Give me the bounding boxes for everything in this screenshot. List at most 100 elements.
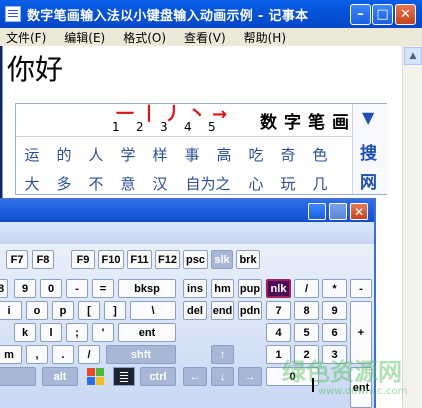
candidate[interactable]: 样	[144, 144, 176, 165]
key-k[interactable]: k	[14, 323, 36, 342]
key-shift[interactable]: shft	[106, 345, 176, 364]
key-minus[interactable]: -	[66, 279, 88, 298]
key-f10[interactable]: F10	[98, 250, 124, 269]
key-divide[interactable]: /	[294, 279, 319, 298]
menu-edit[interactable]: 编辑(E)	[64, 29, 105, 46]
candidate[interactable]: 心	[240, 173, 272, 194]
vertical-scrollbar[interactable]: ▲	[402, 46, 422, 408]
key-0[interactable]: 0	[40, 279, 62, 298]
key-enter[interactable]: ent	[118, 323, 176, 342]
key-down-arrow[interactable]: ↓	[211, 367, 234, 386]
stroke-key-4[interactable]: 丶 4	[184, 104, 208, 135]
key-p[interactable]: p	[52, 301, 74, 320]
key-num-6[interactable]: 6	[322, 323, 347, 342]
key-8[interactable]: 8	[0, 279, 8, 298]
key-l[interactable]: l	[40, 323, 62, 342]
radical-zi[interactable]: 字	[284, 108, 301, 133]
menu-help[interactable]: 帮助(H)	[244, 29, 286, 46]
key-semicolon[interactable]: ;	[66, 323, 88, 342]
key-lbracket[interactable]: [	[78, 301, 100, 320]
key-f11[interactable]: F11	[127, 250, 152, 269]
menu-view[interactable]: 查看(V)	[184, 29, 226, 46]
keyboard-minimize-button[interactable]	[308, 203, 326, 220]
key-rbracket[interactable]: ]	[104, 301, 126, 320]
key-alt[interactable]: alt	[42, 367, 78, 386]
candidate[interactable]: 运	[16, 144, 48, 165]
key-up-arrow[interactable]: ↑	[211, 345, 234, 364]
key-f12[interactable]: F12	[155, 250, 180, 269]
key-end[interactable]: end	[211, 301, 234, 320]
key-comma[interactable]: ,	[26, 345, 48, 364]
key-ctrl[interactable]: ctrl	[140, 367, 176, 386]
key-o[interactable]: o	[26, 301, 48, 320]
key-f8[interactable]: F8	[32, 250, 54, 269]
key-ins[interactable]: ins	[183, 279, 207, 298]
menu-key-icon[interactable]	[113, 367, 135, 386]
scroll-up-button[interactable]: ▲	[404, 47, 422, 65]
radical-hua[interactable]: 画	[332, 108, 349, 133]
candidate[interactable]: 人	[80, 144, 112, 165]
candidate[interactable]: 多	[48, 173, 80, 194]
key-pup[interactable]: pup	[238, 279, 262, 298]
key-num-9[interactable]: 9	[322, 301, 347, 320]
stroke-key-1[interactable]: 一 1	[112, 104, 136, 135]
expand-down-icon[interactable]: ▼	[362, 108, 374, 127]
search-button[interactable]: 搜	[360, 139, 377, 164]
candidate[interactable]: 玩	[272, 173, 304, 194]
candidate[interactable]: 高	[208, 144, 240, 165]
candidate[interactable]: 汉	[144, 173, 176, 194]
radical-bi[interactable]: 笔	[308, 108, 325, 133]
keyboard-maximize-button[interactable]	[329, 203, 347, 220]
key-quote[interactable]: '	[92, 323, 114, 342]
stroke-key-5[interactable]: → 5	[208, 104, 232, 135]
key-num-minus[interactable]: -	[350, 279, 372, 298]
key-multiply[interactable]: *	[322, 279, 347, 298]
key-f7[interactable]: F7	[6, 250, 28, 269]
key-right-arrow[interactable]: →	[238, 367, 262, 386]
key-pdn[interactable]: pdn	[238, 301, 262, 320]
menu-file[interactable]: 文件(F)	[6, 29, 46, 46]
key-num-4[interactable]: 4	[266, 323, 291, 342]
key-period[interactable]: .	[52, 345, 74, 364]
key-left-space[interactable]	[0, 367, 36, 386]
key-nlk[interactable]: nlk	[266, 279, 291, 298]
key-hm[interactable]: hm	[211, 279, 234, 298]
menu-format[interactable]: 格式(O)	[123, 29, 166, 46]
key-num-5[interactable]: 5	[294, 323, 319, 342]
key-i[interactable]: i	[0, 301, 22, 320]
candidate[interactable]: 不	[80, 173, 112, 194]
candidate[interactable]: 色	[304, 144, 336, 165]
key-brk[interactable]: brk	[236, 250, 260, 269]
candidate[interactable]: 事	[176, 144, 208, 165]
candidate[interactable]: 大	[16, 173, 48, 194]
candidate[interactable]: 自为之	[176, 173, 240, 194]
candidate[interactable]: 意	[112, 173, 144, 194]
keyboard-titlebar[interactable]: ✕	[0, 200, 374, 222]
stroke-key-3[interactable]: 丿 3	[160, 104, 184, 135]
candidate[interactable]: 几	[304, 173, 336, 194]
candidate[interactable]: 吃	[240, 144, 272, 165]
key-m[interactable]: m	[0, 345, 22, 364]
key-slk[interactable]: slk	[211, 250, 233, 269]
stroke-key-2[interactable]: 丨 2	[136, 104, 160, 135]
key-9[interactable]: 9	[14, 279, 36, 298]
windows-key[interactable]	[86, 367, 106, 386]
minimize-button[interactable]: –	[350, 4, 371, 25]
key-backslash[interactable]: \	[130, 301, 176, 320]
keyboard-close-button[interactable]: ✕	[350, 203, 368, 220]
key-equals[interactable]: =	[92, 279, 114, 298]
key-del[interactable]: del	[183, 301, 207, 320]
candidate[interactable]: 奇	[272, 144, 304, 165]
maximize-button[interactable]: □	[372, 4, 393, 25]
candidate[interactable]: 学	[112, 144, 144, 165]
key-psc[interactable]: psc	[183, 250, 208, 269]
close-button[interactable]: ✕	[395, 4, 416, 25]
key-bksp[interactable]: bksp	[118, 279, 176, 298]
key-slash[interactable]: /	[78, 345, 100, 364]
web-button[interactable]: 网	[360, 168, 377, 193]
key-left-arrow[interactable]: ←	[183, 367, 207, 386]
radical-shu[interactable]: 数	[260, 108, 277, 133]
key-f9[interactable]: F9	[71, 250, 95, 269]
key-num-8[interactable]: 8	[294, 301, 319, 320]
key-num-7[interactable]: 7	[266, 301, 291, 320]
